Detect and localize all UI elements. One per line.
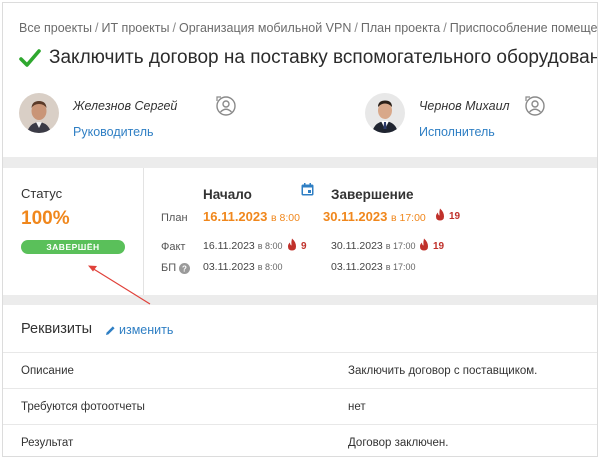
executor-avatar[interactable]	[365, 93, 405, 133]
bp-end: 03.11.2023 в 17:00	[331, 261, 416, 273]
end-header: Завершение	[331, 187, 414, 202]
edit-label: изменить	[119, 323, 174, 337]
plan-end-date: 30.11.2023	[323, 209, 388, 224]
requisites-title: Реквизиты	[21, 321, 93, 337]
user-circle-icon[interactable]	[215, 95, 237, 117]
task-header: Заключить договор на поставку вспомогате…	[19, 47, 598, 69]
question-icon[interactable]: ?	[179, 263, 190, 274]
requisite-row-description: Описание Заключить договор с поставщиком…	[3, 352, 597, 388]
section-divider	[3, 157, 597, 168]
bp-start: 03.11.2023 в 8:00	[203, 261, 283, 273]
status-panel: Статус 100% ЗАВЕРШЁН Начало Завершение П…	[3, 168, 597, 297]
manager-info: Железнов Сергей Руководитель	[73, 93, 177, 139]
plan-end-overdue: 19	[449, 211, 461, 222]
plan-end: 30.11.2023 в 17:00	[323, 209, 426, 224]
bp-start-time: в 8:00	[257, 262, 283, 272]
fact-start-date: 16.11.2023	[203, 240, 255, 252]
user-circle-icon[interactable]	[524, 95, 546, 117]
executor-name: Чернов Михаил	[419, 99, 510, 113]
requisite-key: Описание	[21, 365, 74, 377]
requisite-key: Результат	[21, 437, 74, 449]
status-label: Статус	[21, 186, 63, 201]
breadcrumb-vpn-project[interactable]: Организация мобильной VPN	[179, 21, 351, 35]
bp-end-time: в 17:00	[385, 262, 416, 272]
breadcrumb: Все проекты / ИТ проекты / Организация мобил…	[19, 21, 597, 35]
task-card: Все проекты / ИТ проекты / Организация мобил…	[2, 2, 598, 457]
breadcrumb-premises[interactable]: Приспособление помещений	[450, 21, 597, 35]
manager-role-link[interactable]: Руководитель	[73, 125, 177, 139]
fact-end-overdue: 19	[433, 241, 445, 252]
breadcrumb-separator: /	[443, 21, 447, 35]
executor-info: Чернов Михаил Исполнитель	[419, 93, 510, 139]
section-divider	[3, 295, 597, 305]
executor-role-link[interactable]: Исполнитель	[419, 125, 510, 139]
requisite-row-result: Результат Договор заключен.	[3, 424, 597, 456]
manager-name: Железнов Сергей	[73, 99, 178, 113]
requisite-key: Требуются фотоотчеты	[21, 401, 145, 413]
bp-label: БП	[161, 262, 177, 274]
calendar-icon[interactable]	[301, 183, 314, 196]
bp-start-date: 03.11.2023	[203, 261, 255, 273]
breadcrumb-separator: /	[354, 21, 358, 35]
requisite-row-photo-reports: Требуются фотоотчеты нет	[3, 388, 597, 424]
bp-end-date: 03.11.2023	[331, 261, 383, 273]
fact-start-time: в 8:00	[257, 241, 283, 251]
executor-block: Чернов Михаил Исполнитель	[365, 93, 546, 139]
status-badge: ЗАВЕРШЁН	[21, 240, 125, 254]
plan-start-date: 16.11.2023	[203, 209, 268, 224]
breadcrumb-project-plan[interactable]: План проекта	[361, 21, 440, 35]
requisite-value: нет	[348, 401, 366, 413]
fire-icon	[420, 238, 428, 251]
breadcrumb-it-projects[interactable]: ИТ проекты	[101, 21, 169, 35]
fact-start-overdue: 9	[301, 241, 307, 252]
fact-label: Факт	[161, 241, 186, 253]
pencil-icon	[106, 325, 115, 335]
fire-icon	[436, 208, 444, 221]
breadcrumb-separator: /	[172, 21, 176, 35]
breadcrumb-all-projects[interactable]: Все проекты	[19, 21, 92, 35]
manager-avatar[interactable]	[19, 93, 59, 133]
manager-block: Железнов Сергей Руководитель	[19, 93, 237, 139]
plan-end-time: в 17:00	[390, 212, 426, 224]
fact-end: 30.11.2023 в 17:00	[331, 240, 416, 252]
status-percent: 100%	[21, 208, 70, 229]
plan-label: План	[161, 212, 188, 224]
fact-start: 16.11.2023 в 8:00	[203, 240, 283, 252]
vertical-divider	[143, 168, 144, 297]
requisite-value: Договор заключен.	[348, 437, 449, 449]
fire-icon	[288, 238, 296, 251]
requisite-value: Заключить договор с поставщиком.	[348, 365, 538, 377]
plan-start: 16.11.2023 в 8:00	[203, 209, 300, 224]
breadcrumb-separator: /	[94, 21, 99, 35]
edit-requisites-link[interactable]: изменить	[105, 323, 173, 337]
fact-end-time: в 17:00	[385, 241, 416, 251]
plan-start-time: в 8:00	[270, 212, 300, 224]
svg-text:?: ?	[182, 264, 187, 273]
fact-end-date: 30.11.2023	[331, 240, 383, 252]
task-title: Заключить договор на поставку вспомогате…	[49, 47, 598, 68]
start-header: Начало	[203, 187, 252, 202]
check-icon	[19, 49, 41, 67]
